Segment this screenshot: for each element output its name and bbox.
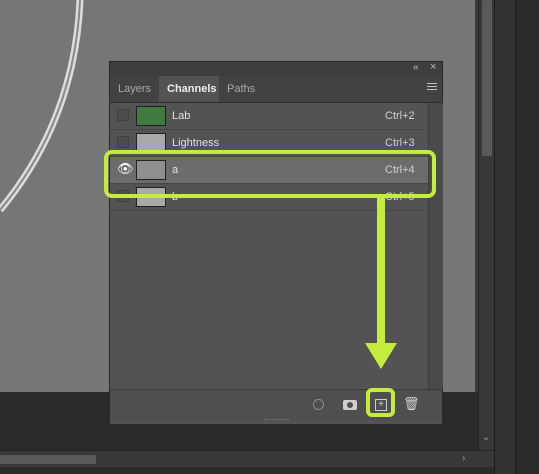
scroll-right-icon[interactable]: › — [462, 453, 465, 464]
channel-thumbnail — [136, 106, 166, 126]
panel-resize-grip[interactable] — [265, 419, 289, 423]
channel-shortcut: Ctrl+2 — [385, 110, 415, 122]
load-selection-icon[interactable] — [313, 399, 324, 410]
right-dock-strip — [515, 0, 539, 474]
vertical-scroll-thumb[interactable] — [482, 0, 492, 156]
horizontal-scrollbar[interactable]: › — [0, 450, 494, 467]
channel-row-lab[interactable]: Lab Ctrl+2 — [110, 103, 428, 130]
scroll-down-icon[interactable]: ⌄ — [482, 432, 490, 443]
save-selection-mask-icon[interactable] — [343, 400, 357, 410]
trash-icon[interactable]: 🗑 — [403, 396, 420, 412]
horizontal-scroll-thumb[interactable] — [0, 455, 96, 464]
annotation-arrow-head — [365, 343, 397, 369]
highlight-new-channel-button — [366, 388, 395, 417]
panel-tabbar: Layers Channels Paths — [110, 76, 442, 103]
tab-paths[interactable]: Paths — [219, 76, 261, 102]
close-panel-icon[interactable]: × — [430, 61, 436, 73]
annotation-arrow-shaft — [377, 196, 385, 346]
vertical-scrollbar[interactable]: ⌄ — [478, 0, 495, 450]
channel-name: Lab — [172, 110, 191, 122]
tab-channels[interactable]: Channels — [159, 76, 219, 102]
panel-menu-icon[interactable] — [427, 83, 437, 93]
highlight-selected-channel — [104, 150, 436, 198]
tab-layers[interactable]: Layers — [110, 76, 159, 102]
panel-titlebar[interactable]: « × — [110, 61, 442, 76]
channel-list-scrollbar[interactable] — [428, 103, 443, 389]
channels-panel: « × Layers Channels Paths Lab Ctrl+2 Lig… — [109, 61, 443, 425]
canvas-image-arc — [0, 0, 84, 213]
visibility-toggle[interactable] — [117, 109, 129, 121]
visibility-toggle[interactable] — [117, 136, 129, 148]
collapse-panel-icon[interactable]: « — [413, 62, 419, 73]
